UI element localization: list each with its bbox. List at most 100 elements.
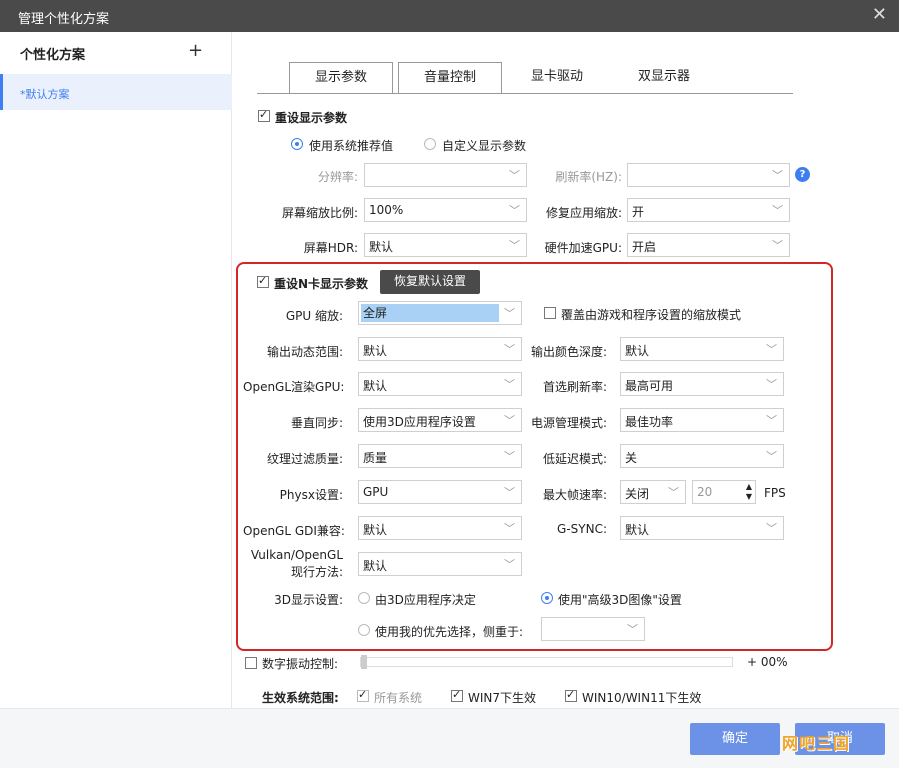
latency-label: 低延迟模式: — [542, 452, 607, 466]
chevron-down-icon: ﹀ — [509, 169, 520, 182]
sidebar-item-default[interactable]: *默认方案 — [0, 74, 232, 110]
power-select[interactable]: 最佳功率 ﹀ — [620, 408, 784, 432]
refresh-label: 刷新率(HZ): — [555, 170, 622, 184]
gsync-label: G-SYNC: — [557, 522, 607, 536]
scope-win7-label: WIN7下生效 — [468, 691, 537, 705]
vulkan-select[interactable]: 默认 ﹀ — [358, 552, 522, 576]
override-scaling-checkbox[interactable] — [544, 307, 556, 319]
hdr-select[interactable]: 默认 ﹀ — [364, 233, 527, 257]
texture-label: 纹理过滤质量: — [266, 452, 343, 466]
radio-custom-label: 自定义显示参数 — [442, 139, 527, 153]
chevron-down-icon: ﹀ — [504, 558, 515, 571]
vibrance-slider[interactable] — [360, 657, 733, 667]
maxfps-select[interactable]: 关闭 ﹀ — [620, 480, 686, 504]
chevron-down-icon: ﹀ — [627, 623, 638, 636]
refresh-select[interactable]: ﹀ — [627, 163, 790, 187]
fix-scale-label: 修复应用缩放: — [545, 206, 622, 220]
maxfps-number-input[interactable]: 20 ▲ ▼ — [692, 480, 756, 504]
scope-win10-checkbox[interactable] — [565, 688, 577, 702]
tab-display[interactable]: 显示参数 — [289, 62, 393, 94]
texture-select[interactable]: 质量 ﹀ — [358, 444, 522, 468]
title-bar: 管理个性化方案 ✕ — [0, 0, 899, 32]
opengl-gpu-select[interactable]: 默认 ﹀ — [358, 372, 522, 396]
radio-d3-advanced[interactable] — [541, 592, 553, 604]
chevron-down-icon: ﹀ — [509, 239, 520, 252]
d3-preference-select[interactable]: ﹀ — [541, 617, 645, 641]
sidebar-item-label: *默认方案 — [20, 88, 70, 101]
chevron-down-icon: ﹀ — [766, 414, 777, 427]
dyn-range-select[interactable]: 默认 ﹀ — [358, 337, 522, 361]
opengl-gpu-label: OpenGL渲染GPU: — [243, 380, 345, 394]
dyn-range-label: 输出动态范围: — [266, 345, 343, 359]
physx-label: Physx设置: — [279, 488, 343, 502]
fix-scale-select[interactable]: 开 ﹀ — [627, 198, 790, 222]
radio-custom-display[interactable] — [424, 138, 436, 150]
latency-select[interactable]: 关 ﹀ — [620, 444, 784, 468]
help-icon[interactable]: ? — [795, 167, 810, 182]
color-depth-select[interactable]: 默认 ﹀ — [620, 337, 784, 361]
tab-volume[interactable]: 音量控制 — [398, 62, 502, 94]
tab-dual-monitor[interactable]: 双显示器 — [612, 62, 716, 94]
chevron-down-icon: ﹀ — [772, 204, 783, 217]
scope-win10-label: WIN10/WIN11下生效 — [582, 691, 702, 705]
chevron-down-icon: ﹀ — [509, 204, 520, 217]
fps-unit: FPS — [764, 486, 786, 500]
vulkan-label-line2: 现行方法: — [290, 565, 343, 579]
pref-refresh-label: 首选刷新率: — [542, 380, 607, 394]
chevron-down-icon: ﹀ — [766, 450, 777, 463]
scale-label: 屏幕缩放比例: — [281, 206, 358, 220]
restore-defaults-button[interactable]: 恢复默认设置 — [380, 270, 480, 294]
tab-divider — [257, 93, 793, 94]
vsync-select[interactable]: 使用3D应用程序设置 ﹀ — [358, 408, 522, 432]
override-scaling-label: 覆盖由游戏和程序设置的缩放模式 — [561, 308, 742, 322]
vibrance-checkbox[interactable] — [245, 657, 257, 669]
gpu-scale-label: GPU 缩放: — [285, 309, 343, 323]
ok-button[interactable]: 确定 — [690, 723, 780, 755]
spin-up-icon[interactable]: ▲ — [746, 483, 752, 491]
gdi-select[interactable]: 默认 ﹀ — [358, 516, 522, 540]
vibrance-label: 数字振动控制: — [262, 657, 339, 671]
close-icon[interactable]: ✕ — [872, 5, 887, 25]
chevron-down-icon: ﹀ — [772, 239, 783, 252]
hwgpu-label: 硬件加速GPU: — [544, 241, 622, 255]
scope-label: 生效系统范围: — [262, 691, 339, 705]
chevron-down-icon: ﹀ — [766, 378, 777, 391]
gsync-select[interactable]: 默认 ﹀ — [620, 516, 784, 540]
window-title: 管理个性化方案 — [18, 12, 110, 27]
resolution-select[interactable]: ﹀ — [364, 163, 527, 187]
scope-all-label: 所有系统 — [374, 691, 423, 705]
radio-d3-app[interactable] — [358, 592, 370, 604]
watermark-logo: 网吧三国 — [782, 734, 851, 753]
pref-refresh-select[interactable]: 最高可用 ﹀ — [620, 372, 784, 396]
chevron-down-icon: ﹀ — [504, 307, 515, 320]
chevron-down-icon: ﹀ — [772, 169, 783, 182]
d3-label: 3D显示设置: — [274, 593, 343, 607]
radio-d3-app-label: 由3D应用程序决定 — [375, 593, 476, 607]
hdr-label: 屏幕HDR: — [303, 241, 358, 255]
scope-win7-checkbox[interactable] — [451, 688, 463, 702]
chevron-down-icon: ﹀ — [766, 522, 777, 535]
power-label: 电源管理模式: — [530, 416, 607, 430]
sidebar-title: 个性化方案 — [20, 48, 86, 63]
reset-nvidia-label: 重设N卡显示参数 — [274, 277, 369, 291]
radio-d3-preference[interactable] — [358, 624, 370, 636]
tab-gpu-driver[interactable]: 显卡驱动 — [505, 62, 609, 94]
reset-nvidia-checkbox[interactable] — [257, 274, 269, 288]
hwgpu-select[interactable]: 开启 ﹀ — [627, 233, 790, 257]
vibrance-slider-thumb[interactable] — [361, 655, 367, 669]
reset-display-label: 重设显示参数 — [275, 111, 348, 125]
vsync-label: 垂直同步: — [290, 416, 343, 430]
reset-display-checkbox[interactable] — [258, 108, 270, 122]
gdi-label: OpenGL GDI兼容: — [243, 524, 345, 538]
gpu-scale-select[interactable]: 全屏 ﹀ — [358, 301, 522, 325]
spin-down-icon[interactable]: ▼ — [746, 493, 752, 501]
scale-select[interactable]: 100% ﹀ — [364, 198, 527, 222]
radio-system-recommended[interactable] — [291, 138, 303, 150]
add-scheme-icon[interactable]: + — [188, 40, 203, 61]
physx-select[interactable]: GPU ﹀ — [358, 480, 522, 504]
resolution-label: 分辨率: — [317, 170, 358, 184]
chevron-down-icon: ﹀ — [766, 343, 777, 356]
vibrance-value: + 00% — [747, 655, 788, 669]
scope-all-checkbox — [357, 688, 369, 702]
radio-d3-advanced-label: 使用"高级3D图像"设置 — [558, 593, 682, 607]
